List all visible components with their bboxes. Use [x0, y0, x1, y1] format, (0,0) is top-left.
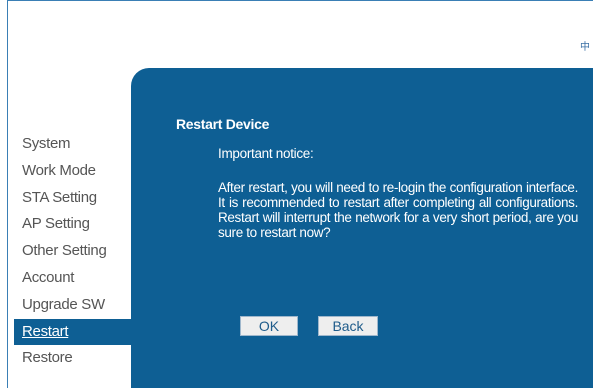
ok-button[interactable]: OK: [240, 316, 298, 336]
sidebar-item-other-setting[interactable]: Other Setting: [14, 238, 132, 265]
sidebar-item-upgrade-sw[interactable]: Upgrade SW: [14, 292, 132, 319]
sidebar-item-account[interactable]: Account: [14, 265, 132, 292]
sidebar-item-sta-setting[interactable]: STA Setting: [14, 185, 132, 212]
sidebar-item-work-mode[interactable]: Work Mode: [14, 158, 132, 185]
notice-heading: Important notice:: [218, 146, 314, 161]
sidebar-item-restart[interactable]: Restart: [14, 318, 132, 346]
back-button[interactable]: Back: [318, 316, 378, 336]
sidebar-item-restore[interactable]: Restore: [14, 345, 132, 372]
sidebar-menu: System Work Mode STA Setting AP Setting …: [14, 131, 132, 372]
restart-panel: Restart Device Important notice: After r…: [131, 68, 593, 388]
sidebar-item-system[interactable]: System: [14, 131, 132, 158]
language-switch-link[interactable]: 中: [580, 38, 590, 53]
panel-title: Restart Device: [176, 116, 270, 132]
notice-body: After restart, you will need to re-login…: [218, 180, 578, 240]
sidebar-item-ap-setting[interactable]: AP Setting: [14, 211, 132, 238]
